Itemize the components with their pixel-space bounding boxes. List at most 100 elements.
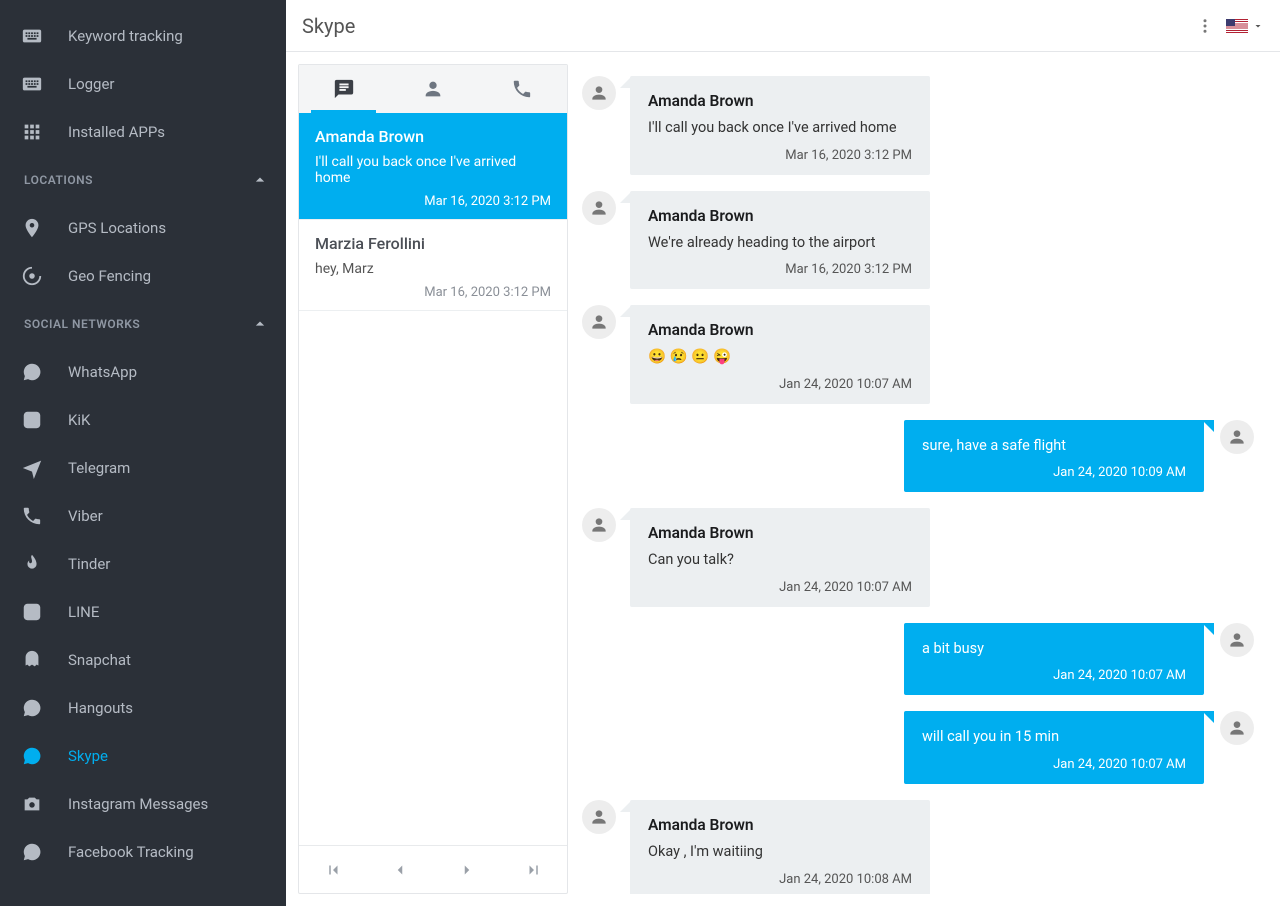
sidebar-item-label: Snapchat xyxy=(68,651,131,669)
message-row: Amanda BrownI'll call you back once I've… xyxy=(582,76,1254,175)
sidebar-item-line[interactable]: LINE xyxy=(0,588,286,636)
sidebar-item-keyword-tracking[interactable]: Keyword tracking xyxy=(0,12,286,60)
message-text: Okay , I'm waitiing xyxy=(648,842,912,862)
sidebar-item-instagram[interactable]: Instagram Messages xyxy=(0,780,286,828)
message-bubble: sure, have a safe flight Jan 24, 2020 10:… xyxy=(904,420,1204,493)
sidebar-item-label: Geo Fencing xyxy=(68,267,151,285)
avatar xyxy=(1220,420,1254,454)
sidebar-item-label: WhatsApp xyxy=(68,363,137,381)
avatar xyxy=(1220,711,1254,745)
chat-pane: Amanda Brown I'll call you back once I've… xyxy=(568,64,1268,894)
message-text: Can you talk? xyxy=(648,550,912,570)
message-row: Amanda BrownWe're already heading to the… xyxy=(582,191,1254,290)
message-time: Jan 24, 2020 10:09 AM xyxy=(922,465,1186,480)
tab-contacts[interactable] xyxy=(388,65,477,113)
facebook-icon xyxy=(20,840,44,864)
sidebar-item-tinder[interactable]: Tinder xyxy=(0,540,286,588)
message-text: a bit busy xyxy=(922,639,1186,659)
sidebar-item-telegram[interactable]: Telegram xyxy=(0,444,286,492)
sidebar-item-skype[interactable]: Skype xyxy=(0,732,286,780)
conversation-pane: Amanda BrownI'll call you back once I've… xyxy=(298,64,568,894)
conversation-item[interactable]: Marzia Ferollini hey, Marz Mar 16, 2020 3:… xyxy=(299,220,567,311)
skype-icon xyxy=(20,744,44,768)
sidebar-item-label: Telegram xyxy=(68,459,130,477)
message-row: sure, have a safe flight Jan 24, 2020 10:… xyxy=(582,420,1254,493)
radar-icon xyxy=(20,264,44,288)
conversation-preview: hey, Marz xyxy=(315,261,551,277)
tab-calls[interactable] xyxy=(478,65,567,113)
message-row: Amanda Brown😀 😢 😐 😜Jan 24, 2020 10:07 AM xyxy=(582,305,1254,404)
sidebar-item-label: Viber xyxy=(68,507,103,525)
page-first-button[interactable] xyxy=(319,856,347,884)
sidebar-item-logger[interactable]: Logger xyxy=(0,60,286,108)
sidebar-item-label: Keyword tracking xyxy=(68,27,183,45)
page-prev-button[interactable] xyxy=(386,856,414,884)
flag-us-icon xyxy=(1226,19,1248,33)
message-time: Mar 16, 2020 3:12 PM xyxy=(648,262,912,277)
sidebar: Keyword tracking Logger Installed APPs LOC… xyxy=(0,0,286,906)
sidebar-item-label: Instagram Messages xyxy=(68,795,208,813)
sidebar-item-kik[interactable]: KiK xyxy=(0,396,286,444)
sidebar-item-label: Installed APPs xyxy=(68,123,165,141)
sidebar-section-label: LOCATIONS xyxy=(24,173,93,187)
message-sender: Amanda Brown xyxy=(648,524,912,542)
sidebar-item-snapchat[interactable]: Snapchat xyxy=(0,636,286,684)
avatar xyxy=(1220,623,1254,657)
conversation-time: Mar 16, 2020 3:12 PM xyxy=(315,285,551,300)
tab-messages[interactable] xyxy=(299,65,388,113)
telegram-icon xyxy=(20,456,44,480)
sidebar-item-label: Hangouts xyxy=(68,699,133,717)
message-time: Jan 24, 2020 10:07 AM xyxy=(648,580,912,595)
page-last-button[interactable] xyxy=(520,856,548,884)
message-row: Amanda Brown Can you talk? Jan 24, 2020 10… xyxy=(582,508,1254,607)
sidebar-item-whatsapp[interactable]: WhatsApp xyxy=(0,348,286,396)
sidebar-item-facebook[interactable]: Facebook Tracking xyxy=(0,828,286,876)
keyboard-icon xyxy=(20,24,44,48)
message-text: will call you in 15 min xyxy=(922,727,1186,747)
avatar xyxy=(582,191,616,225)
message-bubble: Amanda Brown Can you talk? Jan 24, 2020 10… xyxy=(630,508,930,607)
main-area: Skype Amanda Brown I'll call you back onc… xyxy=(286,0,1280,906)
sidebar-section-social-networks[interactable]: SOCIAL NETWORKS xyxy=(0,300,286,348)
apps-icon xyxy=(20,120,44,144)
sidebar-section-locations[interactable]: LOCATIONS xyxy=(0,156,286,204)
pager xyxy=(299,845,567,893)
message-row: Amanda Brown Okay , I'm waitiing Jan 24, 2… xyxy=(582,800,1254,894)
message-bubble: Amanda BrownWe're already heading to the… xyxy=(630,191,930,290)
sidebar-item-gps-locations[interactable]: GPS Locations xyxy=(0,204,286,252)
chevron-up-icon xyxy=(250,170,270,190)
chevron-up-icon xyxy=(250,314,270,334)
sidebar-item-installed-apps[interactable]: Installed APPs xyxy=(0,108,286,156)
sidebar-item-viber[interactable]: Viber xyxy=(0,492,286,540)
language-selector[interactable] xyxy=(1226,19,1264,33)
message-time: Jan 24, 2020 10:07 AM xyxy=(922,668,1186,683)
sidebar-section-label: SOCIAL NETWORKS xyxy=(24,317,140,331)
page-title: Skype xyxy=(302,14,355,38)
conversation-time: Mar 16, 2020 3:12 PM xyxy=(315,194,551,209)
conversation-name: Marzia Ferollini xyxy=(315,234,551,253)
sidebar-item-geo-fencing[interactable]: Geo Fencing xyxy=(0,252,286,300)
sidebar-item-label: Skype xyxy=(68,747,108,765)
page-next-button[interactable] xyxy=(453,856,481,884)
more-icon[interactable] xyxy=(1196,17,1214,35)
message-text: sure, have a safe flight xyxy=(922,436,1186,456)
message-text: I'll call you back once I've arrived hom… xyxy=(648,118,912,138)
viber-icon xyxy=(20,504,44,528)
snapchat-icon xyxy=(20,648,44,672)
message-bubble: a bit busy Jan 24, 2020 10:07 AM xyxy=(904,623,1204,696)
message-time: Jan 24, 2020 10:08 AM xyxy=(648,872,912,887)
hangouts-icon xyxy=(20,696,44,720)
avatar xyxy=(582,508,616,542)
avatar xyxy=(582,76,616,110)
sidebar-item-label: Tinder xyxy=(68,555,110,573)
conversation-item[interactable]: Amanda BrownI'll call you back once I've… xyxy=(299,113,567,220)
keyboard-icon xyxy=(20,72,44,96)
message-sender: Amanda Brown xyxy=(648,816,912,834)
message-time: Jan 24, 2020 10:07 AM xyxy=(648,377,912,392)
flame-icon xyxy=(20,552,44,576)
message-time: Mar 16, 2020 3:12 PM xyxy=(648,148,912,163)
whatsapp-icon xyxy=(20,360,44,384)
kik-icon xyxy=(20,408,44,432)
message-sender: Amanda Brown xyxy=(648,207,912,225)
sidebar-item-hangouts[interactable]: Hangouts xyxy=(0,684,286,732)
